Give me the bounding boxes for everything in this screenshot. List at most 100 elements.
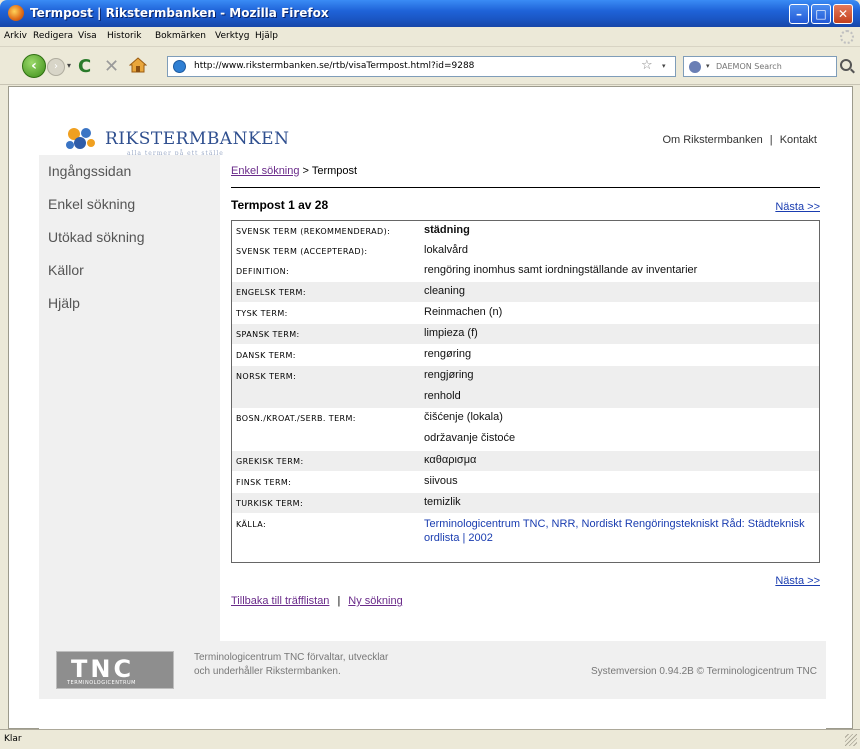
main-content: Enkel sökning > Termpost Termpost 1 av 2… — [220, 155, 826, 641]
back-button[interactable]: ‹ — [22, 54, 46, 78]
table-row: BOSN./KROAT./SERB. TERM: čišćenje (lokal… — [232, 408, 819, 450]
tnc-logo-subtitle: TERMINOLOGICENTRUM — [67, 680, 136, 686]
back-to-results-link[interactable]: Tillbaka till träfflistan — [231, 595, 329, 607]
row-value: održavanje čistoće — [424, 432, 516, 444]
footer-text-line2: och underhåller Rikstermbanken. — [194, 666, 341, 677]
window-titlebar[interactable]: Termpost | Rikstermbanken - Mozilla Fire… — [0, 0, 860, 27]
status-text: Klar — [4, 734, 22, 744]
header-links: Om Rikstermbanken | Kontakt — [662, 134, 817, 146]
row-label: GREKISK TERM: — [236, 457, 304, 466]
menu-hjalp[interactable]: Hjälp — [255, 31, 278, 41]
home-icon[interactable] — [129, 56, 147, 74]
table-row: SVENSK TERM (ACCEPTERAD): lokalvård — [232, 241, 819, 261]
search-icon[interactable] — [840, 59, 852, 71]
close-button[interactable]: ✕ — [833, 4, 853, 24]
nav-item-enkel-sokning[interactable]: Enkel sökning — [48, 196, 135, 212]
search-bar[interactable]: ▾ — [683, 56, 837, 77]
throbber-icon — [840, 30, 854, 44]
row-value: städning — [424, 224, 470, 236]
row-value: rengjøring — [424, 369, 474, 381]
row-label: DEFINITION: — [236, 267, 290, 276]
contact-link[interactable]: Kontakt — [780, 134, 817, 146]
minimize-button[interactable]: – — [789, 4, 809, 24]
firefox-icon — [8, 5, 24, 21]
site-header: RIKSTERMBANKEN alla termer på ett ställe… — [39, 87, 826, 157]
next-link-top[interactable]: Nästa >> — [775, 201, 820, 213]
search-input[interactable] — [716, 59, 812, 74]
source-link[interactable]: Terminologicentrum TNC, NRR, Nordiskt Re… — [424, 517, 814, 545]
table-row: NORSK TERM: rengjøring renhold — [232, 366, 819, 408]
history-dropdown-icon[interactable]: ▾ — [67, 61, 71, 70]
row-label: SVENSK TERM (REKOMMENDERAD): — [236, 227, 391, 236]
menu-bokmarken[interactable]: Bokmärken — [155, 31, 206, 41]
row-label: SPANSK TERM: — [236, 330, 300, 339]
row-label: ENGELSK TERM: — [236, 288, 306, 297]
row-label: SVENSK TERM (ACCEPTERAD): — [236, 247, 368, 256]
url-text[interactable]: http://www.rikstermbanken.se/rtb/visaTer… — [194, 61, 474, 71]
maximize-button[interactable]: □ — [811, 4, 831, 24]
nav-item-ingangssidan[interactable]: Ingångssidan — [48, 163, 131, 179]
rikstermbanken-logo-icon[interactable] — [64, 125, 98, 153]
row-value: renhold — [424, 390, 461, 402]
term-table: SVENSK TERM (REKOMMENDERAD): städning SV… — [231, 220, 820, 563]
row-value: rengøring — [424, 348, 472, 360]
forward-button[interactable]: › — [47, 58, 65, 76]
address-bar[interactable]: http://www.rikstermbanken.se/rtb/visaTer… — [167, 56, 676, 77]
browser-viewport: RIKSTERMBANKEN alla termer på ett ställe… — [8, 86, 853, 729]
table-row: TYSK TERM: Reinmachen (n) — [232, 303, 819, 323]
status-bar: Klar — [0, 729, 860, 749]
menu-arkiv[interactable]: Arkiv — [4, 31, 27, 41]
row-label: BOSN./KROAT./SERB. TERM: — [236, 414, 356, 423]
link-separator: | — [337, 595, 341, 607]
footer-text-line1: Terminologicentrum TNC förvaltar, utveck… — [194, 652, 389, 663]
nav-item-hjalp[interactable]: Hjälp — [48, 295, 80, 311]
row-value: rengöring inomhus samt iordningställande… — [424, 264, 698, 276]
breadcrumb: Enkel sökning > Termpost — [231, 165, 357, 177]
breadcrumb-separator: > — [299, 165, 312, 177]
reload-button[interactable]: C — [78, 56, 91, 77]
table-row: GREKISK TERM: καθαρισμα — [232, 451, 819, 471]
footer-text: Terminologicentrum TNC förvaltar, utveck… — [194, 651, 388, 679]
logo-text[interactable]: RIKSTERMBANKEN — [105, 129, 289, 149]
tnc-logo-letters: TNC — [71, 655, 135, 683]
row-value: limpieza (f) — [424, 327, 478, 339]
new-search-link[interactable]: Ny sökning — [348, 595, 402, 607]
row-value: temizlik — [424, 496, 461, 508]
about-link[interactable]: Om Rikstermbanken — [662, 134, 762, 146]
nav-item-utokad-sokning[interactable]: Utökad sökning — [48, 229, 145, 245]
table-row: SVENSK TERM (REKOMMENDERAD): städning — [232, 221, 819, 241]
row-label: KÄLLA: — [236, 520, 267, 529]
row-value: καθαρισμα — [424, 454, 477, 466]
search-engine-dropdown-icon[interactable]: ▾ — [706, 62, 710, 70]
site-favicon-icon — [173, 60, 186, 73]
menu-verktyg[interactable]: Verktyg — [215, 31, 249, 41]
row-label: TYSK TERM: — [236, 309, 288, 318]
breadcrumb-link-enkel-sokning[interactable]: Enkel sökning — [231, 165, 300, 177]
vertical-scrollbar[interactable] — [853, 86, 860, 729]
next-link-bottom[interactable]: Nästa >> — [775, 575, 820, 587]
row-value: čišćenje (lokala) — [424, 411, 503, 423]
url-dropdown-icon[interactable]: ▾ — [662, 62, 666, 70]
row-label: FINSK TERM: — [236, 478, 292, 487]
row-label: TURKISK TERM: — [236, 499, 304, 508]
navigation-toolbar: ‹ › ▾ C ✕ http://www.rikstermbanken.se/r… — [0, 47, 860, 85]
nav-item-kallor[interactable]: Källor — [48, 262, 84, 278]
menu-bar: Arkiv Redigera Visa Historik Bokmärken V… — [0, 27, 860, 47]
menu-visa[interactable]: Visa — [78, 31, 97, 41]
row-value: cleaning — [424, 285, 465, 297]
window-title: Termpost | Rikstermbanken - Mozilla Fire… — [30, 6, 329, 20]
table-row: TURKISK TERM: temizlik — [232, 493, 819, 513]
left-navigation: Ingångssidan Enkel sökning Utökad söknin… — [39, 155, 220, 641]
table-row: KÄLLA: Terminologicentrum TNC, NRR, Nord… — [232, 514, 819, 554]
site-footer: TNC TERMINOLOGICENTRUM Terminologicentru… — [39, 641, 826, 699]
table-row: DANSK TERM: rengøring — [232, 345, 819, 365]
resize-grip-icon[interactable] — [845, 734, 857, 746]
system-version: Systemversion 0.94.2B © Terminologicentr… — [591, 666, 817, 677]
search-engine-icon[interactable] — [688, 60, 702, 74]
menu-historik[interactable]: Historik — [107, 31, 141, 41]
stop-button[interactable]: ✕ — [104, 56, 119, 77]
post-title: Termpost 1 av 28 — [231, 198, 329, 212]
menu-redigera[interactable]: Redigera — [33, 31, 73, 41]
bookmark-star-icon[interactable]: ☆ — [641, 58, 653, 73]
tnc-logo[interactable]: TNC TERMINOLOGICENTRUM — [56, 651, 174, 689]
